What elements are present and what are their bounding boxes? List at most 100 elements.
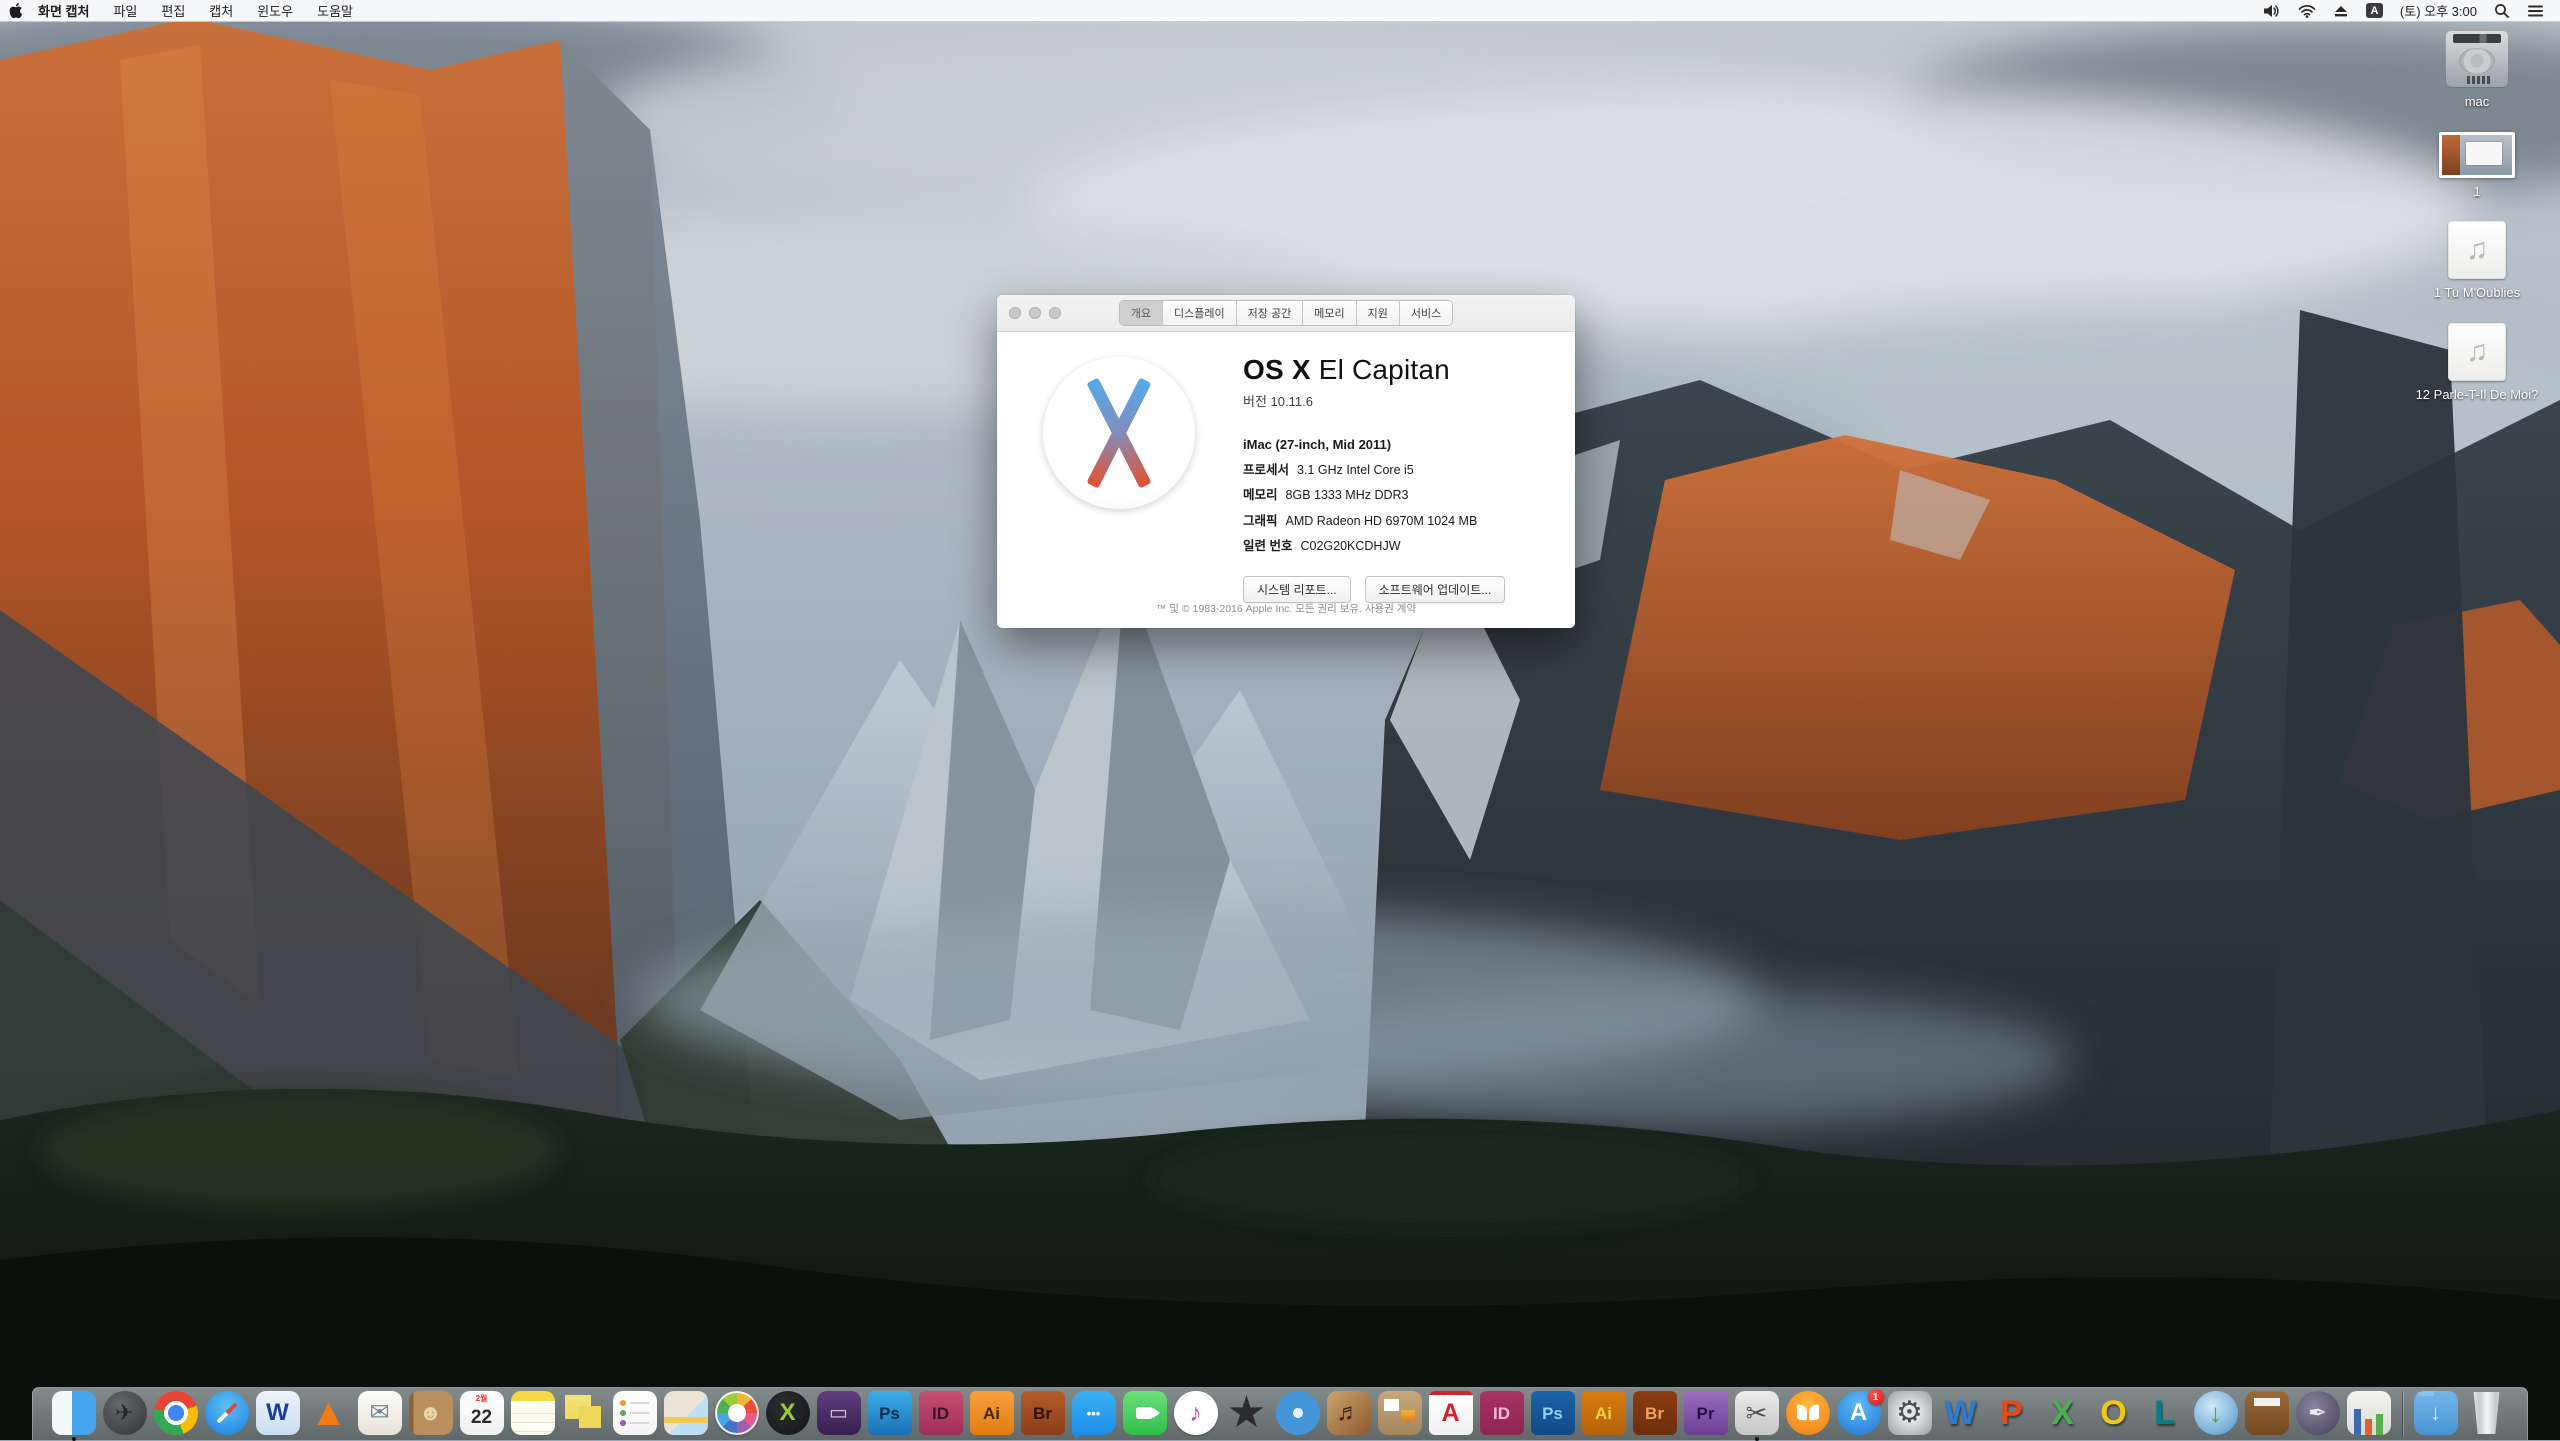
dock-pages[interactable]: ✒ xyxy=(2295,1391,2340,1441)
spec-label: 프로세서 xyxy=(1243,462,1290,477)
dock-messages[interactable]: ••• xyxy=(1071,1391,1116,1441)
dock-notes[interactable] xyxy=(510,1391,555,1441)
tab-storage[interactable]: 저장 공간 xyxy=(1236,301,1304,325)
dock-itunes[interactable]: ♪ xyxy=(1173,1391,1218,1441)
dock-illustrator-cc[interactable]: Ai xyxy=(1581,1391,1626,1441)
powerpoint-icon: P xyxy=(1990,1391,2034,1435)
music-note-icon: ♫ xyxy=(2465,334,2489,368)
dock-finder[interactable] xyxy=(51,1391,96,1441)
dock-reminders[interactable] xyxy=(612,1391,657,1441)
desktop-icon-label: 1 xyxy=(2473,183,2481,199)
dock-ibooks[interactable] xyxy=(1785,1391,1830,1441)
dock-keynote[interactable] xyxy=(2244,1391,2289,1441)
menu-clock[interactable]: (토) 오후 3:00 xyxy=(2400,1,2477,20)
minimize-button[interactable] xyxy=(1029,307,1041,319)
photoshop-cc-glyph: Ps xyxy=(1542,1403,1563,1423)
dock-grab[interactable]: ✂ xyxy=(1734,1391,1779,1441)
dock-illustrator-cs[interactable]: Ai xyxy=(969,1391,1014,1441)
spotlight-search-icon[interactable] xyxy=(2494,3,2510,19)
zoom-button[interactable] xyxy=(1049,307,1061,319)
dock-indesign-cc[interactable]: ID xyxy=(1479,1391,1524,1441)
dock-garageband[interactable]: ♬ xyxy=(1326,1391,1371,1441)
menu-capture[interactable]: 캡처 xyxy=(209,1,233,20)
dock-app-store[interactable]: A1 xyxy=(1836,1389,1884,1441)
about-tabs: 개요 디스플레이 저장 공간 메모리 지원 서비스 xyxy=(1118,300,1454,326)
dock-toast[interactable]: ▭ xyxy=(816,1391,861,1441)
system-report-button[interactable]: 시스템 리포트... xyxy=(1243,576,1351,603)
ibooks-icon xyxy=(1785,1391,1830,1435)
input-source-icon[interactable]: A xyxy=(2365,3,2383,18)
dock-chrome[interactable] xyxy=(153,1391,198,1441)
dock-photos[interactable] xyxy=(714,1391,759,1441)
dock-quarkxpress[interactable]: X xyxy=(765,1391,810,1441)
dock-launchpad[interactable]: ✈ xyxy=(102,1391,147,1441)
dock-word[interactable]: W xyxy=(1939,1391,1983,1441)
menu-help[interactable]: 도움말 xyxy=(317,1,353,20)
w-browser-glyph: W xyxy=(266,1399,289,1426)
dock-bridge-cc[interactable]: Br xyxy=(1632,1391,1677,1441)
grab-glyph: ✂ xyxy=(1745,1398,1768,1428)
dock-numbers[interactable] xyxy=(2346,1391,2391,1441)
excel-icon: X xyxy=(2041,1391,2085,1435)
dock-facetime[interactable] xyxy=(1122,1391,1167,1441)
tab-support[interactable]: 지원 xyxy=(1356,301,1400,325)
indesign-cs-glyph: ID xyxy=(932,1403,949,1423)
dock-idvd[interactable] xyxy=(1275,1391,1320,1441)
dock-internet-downloader[interactable]: ↓ xyxy=(2193,1391,2238,1441)
dock-mail[interactable]: ✉ xyxy=(357,1391,402,1441)
dock-contacts[interactable]: ☻ xyxy=(408,1391,453,1441)
dock-photoshop-cc[interactable]: Ps xyxy=(1530,1391,1575,1441)
menu-file[interactable]: 파일 xyxy=(113,1,137,20)
dock-acrobat-reader[interactable]: A xyxy=(1428,1391,1473,1441)
spec-label: 메모리 xyxy=(1243,488,1278,502)
tab-service[interactable]: 서비스 xyxy=(1399,301,1453,325)
dock-downloads-folder[interactable]: ↓ xyxy=(2413,1391,2458,1441)
window-titlebar[interactable]: 개요 디스플레이 저장 공간 메모리 지원 서비스 xyxy=(997,295,1575,332)
contacts-icon: ☻ xyxy=(408,1391,453,1435)
dock-outlook[interactable]: O xyxy=(2092,1391,2136,1441)
desktop-icon-audio-file-2[interactable]: ♫ 12 Parle-T-Il De Moi? xyxy=(2402,322,2552,403)
desktop-icon-screenshot-file[interactable]: 1 xyxy=(2402,131,2552,200)
spec-row: 그래픽 AMD Radeon HD 6970M 1024 MB xyxy=(1243,510,1563,529)
menu-window[interactable]: 윈도우 xyxy=(257,1,293,20)
tab-memory[interactable]: 메모리 xyxy=(1303,301,1357,325)
dock-system-preferences[interactable]: ⚙ xyxy=(1887,1391,1932,1441)
tab-displays[interactable]: 디스플레이 xyxy=(1163,301,1237,325)
eject-icon[interactable] xyxy=(2333,4,2349,18)
running-indicator xyxy=(1754,1437,1759,1441)
apple-menu-icon[interactable] xyxy=(8,2,22,19)
dock-excel[interactable]: X xyxy=(2041,1391,2085,1441)
desktop-icon-mac-drive[interactable]: mac xyxy=(2402,30,2552,110)
bridge-cc-glyph: Br xyxy=(1645,1403,1664,1423)
dock-maps[interactable] xyxy=(663,1391,708,1441)
wifi-icon[interactable] xyxy=(2298,4,2316,18)
vlc-icon: ▲ xyxy=(307,1391,351,1435)
dock-stickies[interactable] xyxy=(561,1391,606,1441)
dock-trash[interactable] xyxy=(2465,1391,2509,1441)
dock-iphoto-collage[interactable] xyxy=(1377,1391,1422,1441)
audio-file-icon: ♫ xyxy=(2448,221,2506,280)
menu-app[interactable]: 화면 캡처 xyxy=(38,1,89,20)
dock-calendar[interactable]: 22 2월 xyxy=(459,1391,504,1441)
volume-icon[interactable] xyxy=(2263,3,2281,19)
dock-premiere[interactable]: Pr xyxy=(1683,1391,1728,1441)
dock-imovie[interactable]: ★ xyxy=(1225,1391,1269,1441)
close-button[interactable] xyxy=(1009,307,1021,319)
dock-indesign-cs[interactable]: ID xyxy=(918,1391,963,1441)
dock-w-browser[interactable]: W xyxy=(255,1391,300,1441)
about-this-mac-window[interactable]: 개요 디스플레이 저장 공간 메모리 지원 서비스 OS X El Capitan 버전 … xyxy=(997,295,1575,628)
dock-vlc[interactable]: ▲ xyxy=(307,1391,351,1441)
imovie-glyph: ★ xyxy=(1226,1388,1267,1437)
about-content: OS X El Capitan 버전 10.11.6 iMac (27-inch… xyxy=(997,332,1575,628)
dock-photoshop-cs[interactable]: Ps xyxy=(867,1391,912,1441)
dock-lync[interactable]: L xyxy=(2143,1391,2187,1441)
notification-center-icon[interactable] xyxy=(2527,4,2544,18)
tab-overview[interactable]: 개요 xyxy=(1119,301,1164,325)
dock-powerpoint[interactable]: P xyxy=(1990,1391,2034,1441)
menu-edit[interactable]: 편집 xyxy=(161,1,185,20)
bridge-cc-icon: Br xyxy=(1632,1391,1677,1435)
dock-bridge-cs[interactable]: Br xyxy=(1020,1391,1065,1441)
desktop-icon-audio-file-1[interactable]: ♫ 1 Tu M'Oublies xyxy=(2402,221,2552,301)
software-update-button[interactable]: 소프트웨어 업데이트... xyxy=(1364,576,1506,603)
dock-safari[interactable] xyxy=(204,1391,249,1441)
